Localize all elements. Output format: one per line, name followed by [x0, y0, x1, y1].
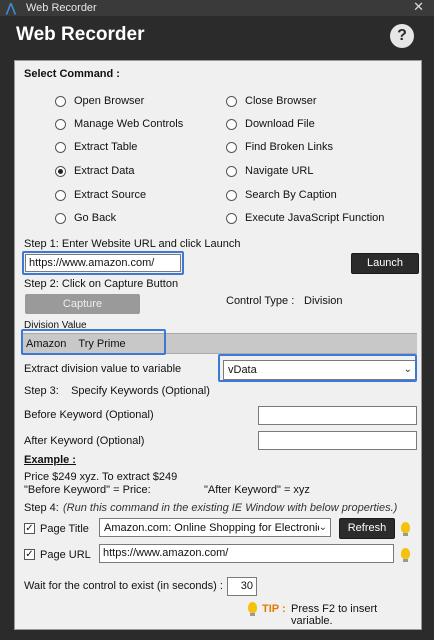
control-type-label: Control Type :: [226, 295, 295, 307]
lightbulb-icon: [401, 548, 410, 562]
radio-label: Manage Web Controls: [74, 118, 184, 130]
page-title-label: Page Title: [40, 523, 89, 535]
help-icon[interactable]: ?: [390, 24, 414, 48]
step2-label: Step 2: Click on Capture Button: [24, 278, 179, 290]
radio-label: Extract Source: [74, 189, 147, 201]
radio-label: Close Browser: [245, 95, 317, 107]
radio-extract-data[interactable]: Extract Data: [55, 165, 135, 177]
radio-icon: [226, 141, 237, 153]
control-type-value: Division: [304, 295, 343, 307]
chevron-down-icon: ⌄: [318, 519, 327, 536]
radio-icon: [226, 189, 237, 201]
launch-button[interactable]: Launch: [351, 253, 419, 274]
radio-label: Extract Data: [74, 165, 135, 177]
extract-var-label: Extract division value to variable: [24, 363, 182, 375]
close-icon[interactable]: ✕: [413, 0, 424, 14]
page-url-label: Page URL: [40, 549, 91, 561]
tip-lightbulb-icon: [248, 602, 257, 616]
page-title-value: Amazon.com: Online Shopping for Electron…: [104, 522, 323, 534]
radio-label: Find Broken Links: [245, 141, 334, 153]
radio-label: Navigate URL: [245, 165, 314, 177]
select-command-title: Select Command :: [24, 68, 120, 80]
refresh-button[interactable]: Refresh: [339, 518, 395, 539]
tip-label: TIP :: [262, 603, 286, 615]
tip-text: Press F2 to insert variable.: [291, 603, 378, 627]
radio-icon: [55, 95, 66, 107]
radio-close-browser[interactable]: Close Browser: [226, 95, 317, 107]
radio-extract-source[interactable]: Extract Source: [55, 189, 146, 201]
radio-label: Search By Caption: [245, 189, 337, 201]
dialog-title: Web Recorder: [16, 24, 145, 45]
radio-execute-javascript[interactable]: Execute JavaScript Function: [226, 212, 384, 224]
window-titlebar: ⋀ Web Recorder ✕: [0, 0, 434, 16]
radio-navigate-url[interactable]: Navigate URL: [226, 165, 313, 177]
radio-search-by-caption[interactable]: Search By Caption: [226, 189, 337, 201]
radio-icon: [55, 189, 66, 201]
wait-seconds-input[interactable]: 30: [227, 577, 257, 596]
step3-label: Step 3: Specify Keywords (Optional): [24, 385, 210, 397]
radio-label: Download File: [245, 118, 315, 130]
radio-icon: [55, 212, 66, 224]
example-title: Example :: [24, 454, 76, 466]
app-logo-icon: ⋀: [6, 1, 16, 15]
dialog-header: Web Recorder ?: [0, 16, 434, 60]
command-panel: Select Command : Open Browser Manage Web…: [14, 60, 422, 630]
before-keyword-label: Before Keyword (Optional): [24, 409, 154, 421]
url-highlight: [22, 251, 184, 275]
radio-open-browser[interactable]: Open Browser: [55, 95, 144, 107]
example-line1: Price $249 xyz. To extract $249: [24, 471, 178, 483]
before-keyword-input[interactable]: [258, 406, 417, 425]
radio-extract-table[interactable]: Extract Table: [55, 141, 137, 153]
after-keyword-label: After Keyword (Optional): [24, 435, 145, 447]
radio-download-file[interactable]: Download File: [226, 118, 315, 130]
division-highlight: [21, 329, 166, 355]
radio-label: Open Browser: [74, 95, 145, 107]
example-before: "Before Keyword" = Price:: [24, 484, 151, 496]
capture-button[interactable]: Capture: [25, 294, 140, 314]
page-title-select[interactable]: Amazon.com: Online Shopping for Electron…: [99, 518, 331, 537]
step4-label: Step 4:: [24, 502, 59, 514]
wait-label: Wait for the control to exist (in second…: [24, 580, 223, 592]
radio-label: Go Back: [74, 212, 117, 224]
radio-icon: [226, 95, 237, 107]
variable-highlight: [218, 354, 417, 382]
radio-selected-icon: [55, 165, 66, 177]
radio-icon: [55, 141, 66, 153]
radio-label: Extract Table: [74, 141, 138, 153]
radio-icon: [55, 118, 66, 130]
radio-label: Execute JavaScript Function: [245, 212, 385, 224]
example-after: "After Keyword" = xyz: [204, 484, 310, 496]
radio-go-back[interactable]: Go Back: [55, 212, 116, 224]
step4-note: (Run this command in the existing IE Win…: [63, 502, 398, 514]
page-title-checkbox[interactable]: ✓: [24, 523, 35, 534]
page-url-input[interactable]: https://www.amazon.com/: [99, 544, 394, 563]
radio-find-broken-links[interactable]: Find Broken Links: [226, 141, 333, 153]
radio-manage-web-controls[interactable]: Manage Web Controls: [55, 118, 183, 130]
page-url-checkbox[interactable]: ✓: [24, 549, 35, 560]
step1-label: Step 1: Enter Website URL and click Laun…: [24, 238, 241, 250]
radio-icon: [226, 165, 237, 177]
window-title: Web Recorder: [26, 2, 97, 14]
radio-icon: [226, 212, 237, 224]
after-keyword-input[interactable]: [258, 431, 417, 450]
lightbulb-icon: [401, 522, 410, 536]
radio-icon: [226, 118, 237, 130]
